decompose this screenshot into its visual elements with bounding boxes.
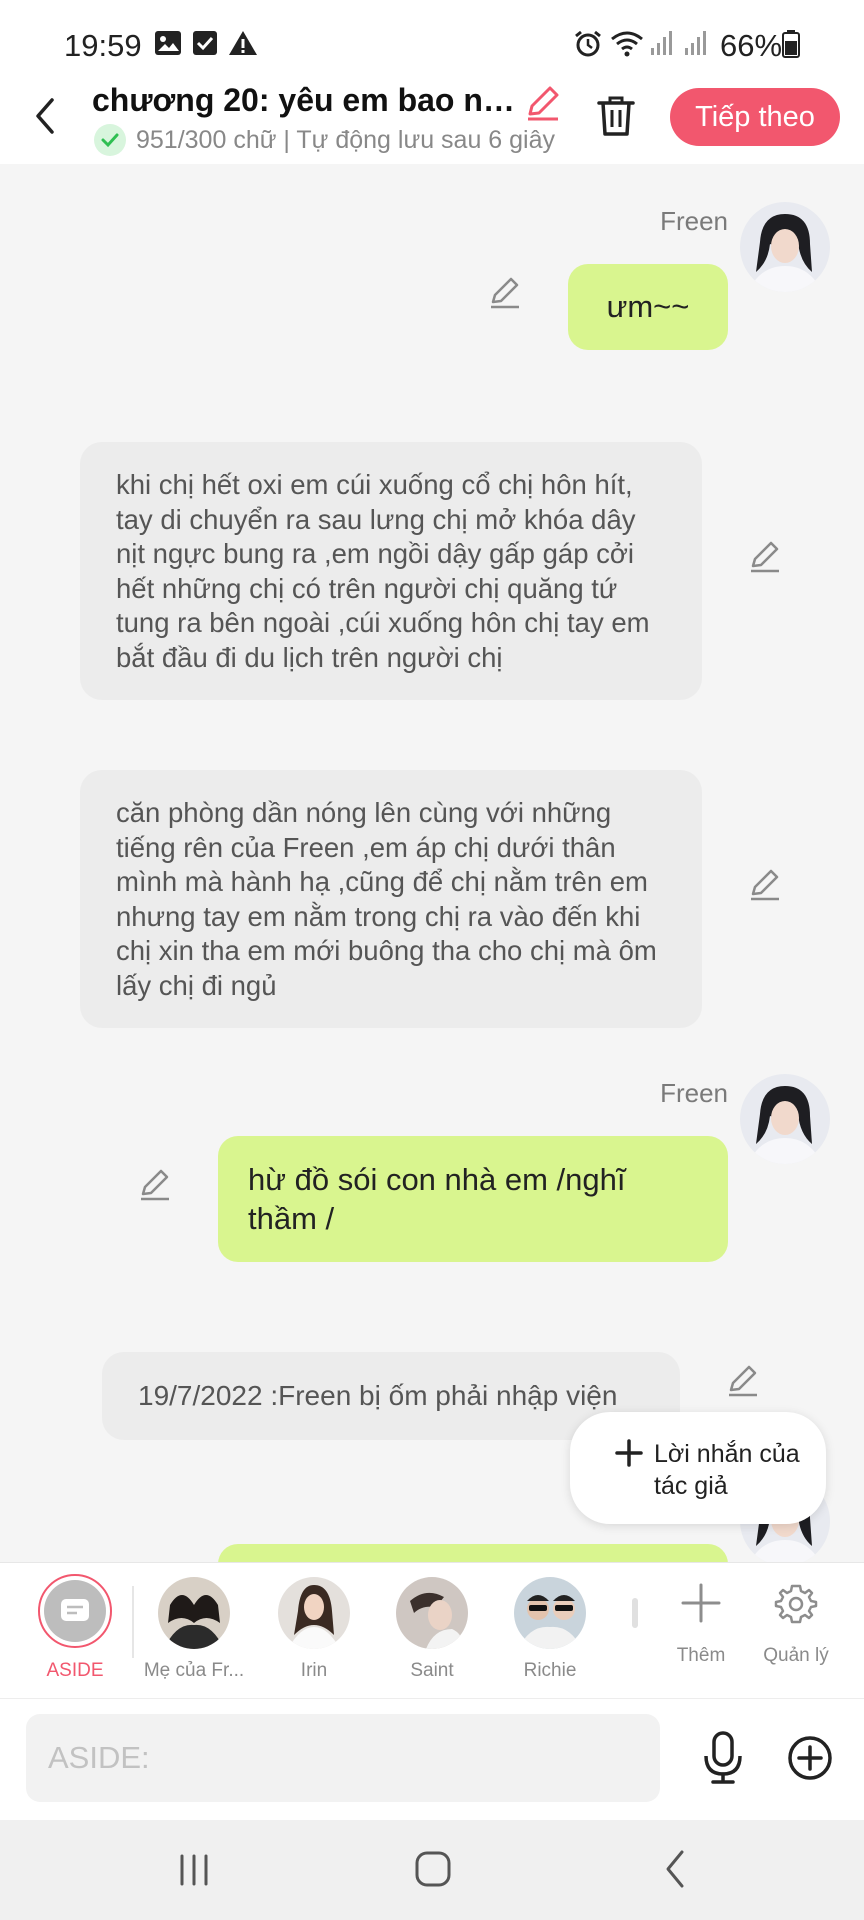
character-label: ASIDE	[46, 1660, 104, 1681]
aside-text: 19/7/2022 :Freen bị ốm phải nhập viện	[138, 1380, 618, 1411]
signal-icon	[650, 30, 672, 61]
saved-check-icon	[94, 124, 126, 156]
edit-pencil-icon[interactable]	[748, 540, 782, 579]
tray-divider	[132, 1586, 134, 1658]
message-text: hừ đồ sói con nhà em /nghĩ thầm /	[248, 1162, 626, 1236]
character-label: Irin	[300, 1660, 328, 1681]
next-button[interactable]: Tiếp theo	[670, 88, 840, 146]
aside-avatar	[44, 1580, 106, 1642]
wifi-icon	[610, 30, 644, 63]
narration-text: căn phòng dần nóng lên cùng với những ti…	[116, 797, 657, 1001]
alarm-icon	[574, 30, 602, 63]
manage-label[interactable]: Quản lý	[746, 1645, 846, 1667]
aside-character-button[interactable]	[38, 1574, 112, 1648]
character-name: Freen	[660, 1078, 728, 1108]
narration-bubble[interactable]: căn phòng dần nóng lên cùng với những ti…	[80, 770, 702, 1028]
edit-pencil-icon[interactable]	[138, 1168, 172, 1207]
edit-pencil-icon[interactable]	[748, 868, 782, 907]
warning-icon	[228, 30, 258, 61]
author-note-label: Lời nhắn của tác giả	[654, 1440, 800, 1500]
character-name: Freen	[660, 206, 728, 236]
character-avatar[interactable]	[278, 1577, 350, 1649]
back-nav-icon[interactable]	[660, 1848, 690, 1895]
back-arrow-icon[interactable]	[30, 96, 60, 141]
avatar[interactable]	[740, 1074, 830, 1164]
add-character-icon[interactable]	[680, 1582, 722, 1629]
signal-icon	[684, 30, 706, 61]
add-circle-icon[interactable]	[786, 1734, 834, 1787]
battery-icon	[782, 30, 800, 63]
narration-bubble[interactable]: khi chị hết oxi em cúi xuống cổ chị hôn …	[80, 442, 702, 700]
character-avatar[interactable]	[158, 1577, 230, 1649]
character-avatar[interactable]	[396, 1577, 468, 1649]
status-time: 19:59	[64, 28, 142, 63]
gear-icon[interactable]	[774, 1582, 818, 1631]
tray-scroll-edge	[632, 1598, 638, 1628]
image-icon	[154, 30, 182, 61]
save-status: 951/300 chữ | Tự động lưu sau 6 giây	[136, 126, 556, 154]
character-avatar[interactable]	[514, 1577, 586, 1649]
message-bubble[interactable]: ưm~~	[568, 264, 728, 350]
message-bubble[interactable]: hừ đồ sói con nhà em /nghĩ thầm /	[218, 1136, 728, 1262]
message-text: ưm~~	[606, 289, 690, 324]
trash-icon[interactable]	[596, 94, 636, 143]
aside-input[interactable]	[26, 1714, 660, 1802]
character-label: Richie	[523, 1660, 577, 1681]
add-character-label[interactable]: Thêm	[651, 1645, 751, 1667]
character-label: Mẹ của Fr...	[143, 1660, 245, 1681]
edit-pencil-icon[interactable]	[488, 276, 522, 315]
check-square-icon	[192, 30, 218, 61]
chat-bubble-icon	[61, 1599, 89, 1621]
microphone-icon[interactable]	[700, 1730, 746, 1791]
chapter-title[interactable]: chương 20: yêu em bao nh...	[92, 82, 517, 119]
character-label: Saint	[410, 1660, 454, 1681]
recent-apps-icon[interactable]	[174, 1850, 214, 1895]
edit-pencil-icon[interactable]	[726, 1364, 760, 1403]
home-icon[interactable]	[412, 1848, 454, 1895]
edit-title-icon[interactable]	[524, 84, 562, 127]
battery-percent: 66%	[720, 28, 783, 63]
narration-text: khi chị hết oxi em cúi xuống cổ chị hôn …	[116, 469, 650, 673]
plus-icon	[614, 1438, 644, 1473]
avatar[interactable]	[740, 202, 830, 292]
